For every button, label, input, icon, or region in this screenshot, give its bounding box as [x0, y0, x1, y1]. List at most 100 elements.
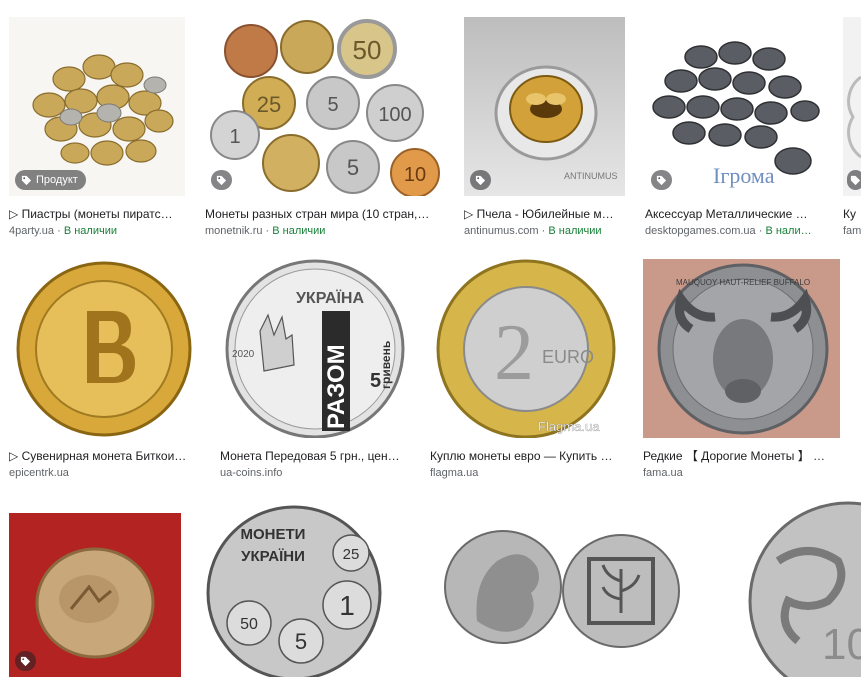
- svg-text:50: 50: [353, 35, 382, 65]
- watermark: ANTINUMUS: [564, 171, 618, 181]
- bee-coin-image: ANTINUMUS: [464, 17, 625, 196]
- result-card[interactable]: [407, 501, 718, 677]
- product-tag: [651, 170, 672, 190]
- result-card[interactable]: 50 25 5 100 1 5 10 Монеты разных стран м…: [205, 17, 443, 239]
- result-card[interactable]: [9, 513, 181, 677]
- stock-status: В наличии: [548, 225, 602, 237]
- price-tag-icon: [216, 175, 227, 185]
- coin-unit: EURO: [542, 347, 594, 367]
- result-title[interactable]: ▷ Пчела - Юбилейные м…: [464, 207, 625, 222]
- result-title[interactable]: Ку: [843, 207, 861, 222]
- result-title[interactable]: Редкие 【 Дорогие Монеты 】 …: [643, 449, 840, 464]
- result-image[interactable]: Продукт: [9, 17, 185, 196]
- source-domain: 4party.ua: [9, 225, 55, 237]
- price-tag-icon: [21, 175, 32, 185]
- source-domain: antinumus.com: [464, 225, 539, 237]
- coin-d2: 50: [240, 616, 258, 633]
- result-card[interactable]: ▷ Сувенирная монета Биткои… epicentrk.ua: [9, 259, 200, 481]
- coin-year: 2020: [232, 349, 255, 360]
- coin-country: УКРАЇНА: [296, 289, 365, 307]
- separator: ·: [538, 225, 549, 237]
- coin-word: РАЗОМ: [323, 344, 350, 429]
- ten-coin-image: 10: [738, 501, 861, 677]
- result-source: antinumus.com · В наличии: [464, 224, 625, 238]
- product-tag: [847, 170, 861, 190]
- source-domain: epicentrk.ua: [9, 467, 69, 479]
- product-tag: [211, 170, 232, 190]
- coin-d4: 5: [295, 629, 307, 654]
- coin-image-partial: [843, 17, 861, 196]
- price-tag-icon: [20, 656, 31, 666]
- svg-text:25: 25: [257, 92, 281, 117]
- svg-text:5: 5: [347, 155, 359, 180]
- result-card[interactable]: МОНЕТИ УКРАЇНИ 25 50 1 5: [201, 501, 387, 677]
- result-image[interactable]: [9, 259, 200, 438]
- product-tag: Продукт: [15, 170, 86, 190]
- result-source: monetnik.ru · В наличии: [205, 224, 443, 238]
- product-tag: [15, 651, 36, 671]
- result-source: desktopgames.com.ua · В нали…: [645, 224, 823, 238]
- separator: ·: [262, 225, 273, 237]
- ukraine-coins-image: МОНЕТИ УКРАЇНИ 25 50 1 5: [201, 501, 387, 677]
- watermark: Flagma.ua: [538, 419, 600, 434]
- result-title[interactable]: Монеты разных стран мира (10 стран,…: [205, 207, 443, 222]
- separator: ·: [755, 225, 766, 237]
- result-image[interactable]: 50 25 5 100 1 5 10: [205, 17, 443, 196]
- source-domain: fam: [843, 225, 861, 237]
- coin-line1: МОНЕТИ: [241, 526, 306, 543]
- result-title[interactable]: Куплю монеты евро — Купить …: [430, 449, 623, 464]
- result-title[interactable]: Монета Передовая 5 грн., цен…: [220, 449, 410, 464]
- result-card[interactable]: Продукт ▷ Пиастры (монеты пиратс… 4party…: [9, 17, 185, 239]
- result-title[interactable]: ▷ Сувенирная монета Биткои…: [9, 449, 200, 464]
- coin-d1: 25: [343, 546, 360, 563]
- coin-unit: гривень: [379, 341, 393, 389]
- svg-text:5: 5: [327, 94, 338, 116]
- price-tag-icon: [656, 175, 667, 185]
- result-image[interactable]: 10: [738, 501, 861, 677]
- coin-value: 10: [822, 620, 861, 669]
- coin-value: 2: [494, 309, 534, 397]
- source-domain: ua-coins.info: [220, 467, 283, 479]
- coin-line2: УКРАЇНИ: [241, 548, 305, 565]
- result-card[interactable]: 2 EURO Flagma.ua Куплю монеты евро — Куп…: [430, 259, 623, 481]
- result-image[interactable]: [407, 501, 718, 677]
- metal-tokens-image: Ігрома: [645, 17, 823, 196]
- result-card[interactable]: Ігрома Аксессуар Металлические … desktop…: [645, 17, 823, 239]
- product-tag: [470, 170, 491, 190]
- result-card[interactable]: MAUQUOY HAUT-RELIEF BUFFALO Редкие 【 Дор…: [643, 259, 840, 481]
- result-card[interactable]: ANTINUMUS ▷ Пчела - Юбилейные м… antinum…: [464, 17, 625, 239]
- source-domain: desktopgames.com.ua: [645, 225, 756, 237]
- bitcoin-coin-image: [9, 259, 200, 438]
- result-image[interactable]: MAUQUOY HAUT-RELIEF BUFFALO: [643, 259, 840, 438]
- result-image[interactable]: МОНЕТИ УКРАЇНИ 25 50 1 5: [201, 501, 387, 677]
- result-card[interactable]: УКРАЇНА РАЗОМ 5 гривень 2020 Монета Пере…: [220, 259, 410, 481]
- result-card[interactable]: Ку fam: [843, 17, 861, 239]
- coin-legend: MAUQUOY HAUT-RELIEF BUFFALO: [676, 278, 810, 287]
- result-source: 4party.ua · В наличии: [9, 224, 185, 238]
- watermark: Ігрома: [713, 163, 775, 188]
- result-image[interactable]: УКРАЇНА РАЗОМ 5 гривень 2020: [220, 259, 410, 438]
- stock-status: В наличии: [63, 225, 118, 237]
- greek-coins-image: [407, 501, 718, 677]
- buffalo-coin-image: MAUQUOY HAUT-RELIEF BUFFALO: [643, 259, 840, 438]
- svg-text:10: 10: [404, 164, 426, 186]
- source-domain: flagma.ua: [430, 467, 479, 479]
- result-image[interactable]: Ігрома: [645, 17, 823, 196]
- svg-text:1: 1: [229, 126, 240, 148]
- world-coins-image: 50 25 5 100 1 5 10: [205, 17, 443, 196]
- result-image[interactable]: [843, 17, 861, 196]
- result-title[interactable]: ▷ Пиастры (монеты пиратс…: [9, 207, 185, 222]
- result-image[interactable]: [9, 513, 181, 677]
- price-tag-icon: [475, 175, 486, 185]
- result-image[interactable]: ANTINUMUS: [464, 17, 625, 196]
- stock-status: В нали…: [765, 225, 812, 237]
- two-euro-coin-image: 2 EURO Flagma.ua: [430, 259, 623, 438]
- result-card[interactable]: 10: [738, 501, 861, 677]
- source-domain: fama.ua: [643, 467, 683, 479]
- result-title[interactable]: Аксессуар Металлические …: [645, 207, 823, 222]
- coin-d3: 1: [339, 590, 355, 621]
- stock-status: В наличии: [272, 225, 326, 237]
- svg-text:100: 100: [378, 104, 411, 126]
- result-image[interactable]: 2 EURO Flagma.ua: [430, 259, 623, 438]
- separator: ·: [54, 225, 64, 237]
